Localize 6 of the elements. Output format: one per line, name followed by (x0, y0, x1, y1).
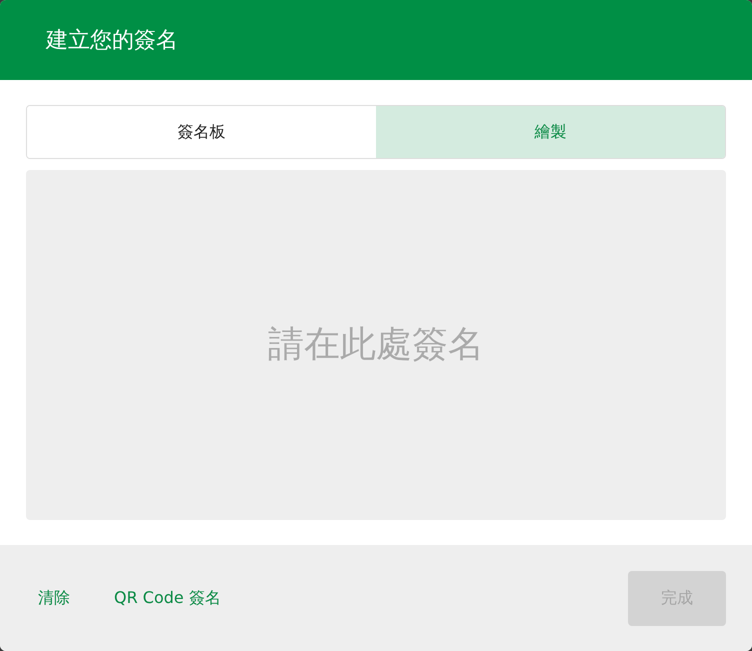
footer-link[interactable]: 清除 (26, 578, 82, 618)
footer-link[interactable]: QR Code 簽名 (102, 578, 233, 618)
tab[interactable]: 繪製 (376, 106, 725, 158)
signature-placeholder: 請在此處簽名 (268, 323, 484, 367)
dialog-title: 建立您的簽名 (46, 26, 178, 54)
signature-pad[interactable]: 請在此處簽名 (26, 170, 726, 520)
